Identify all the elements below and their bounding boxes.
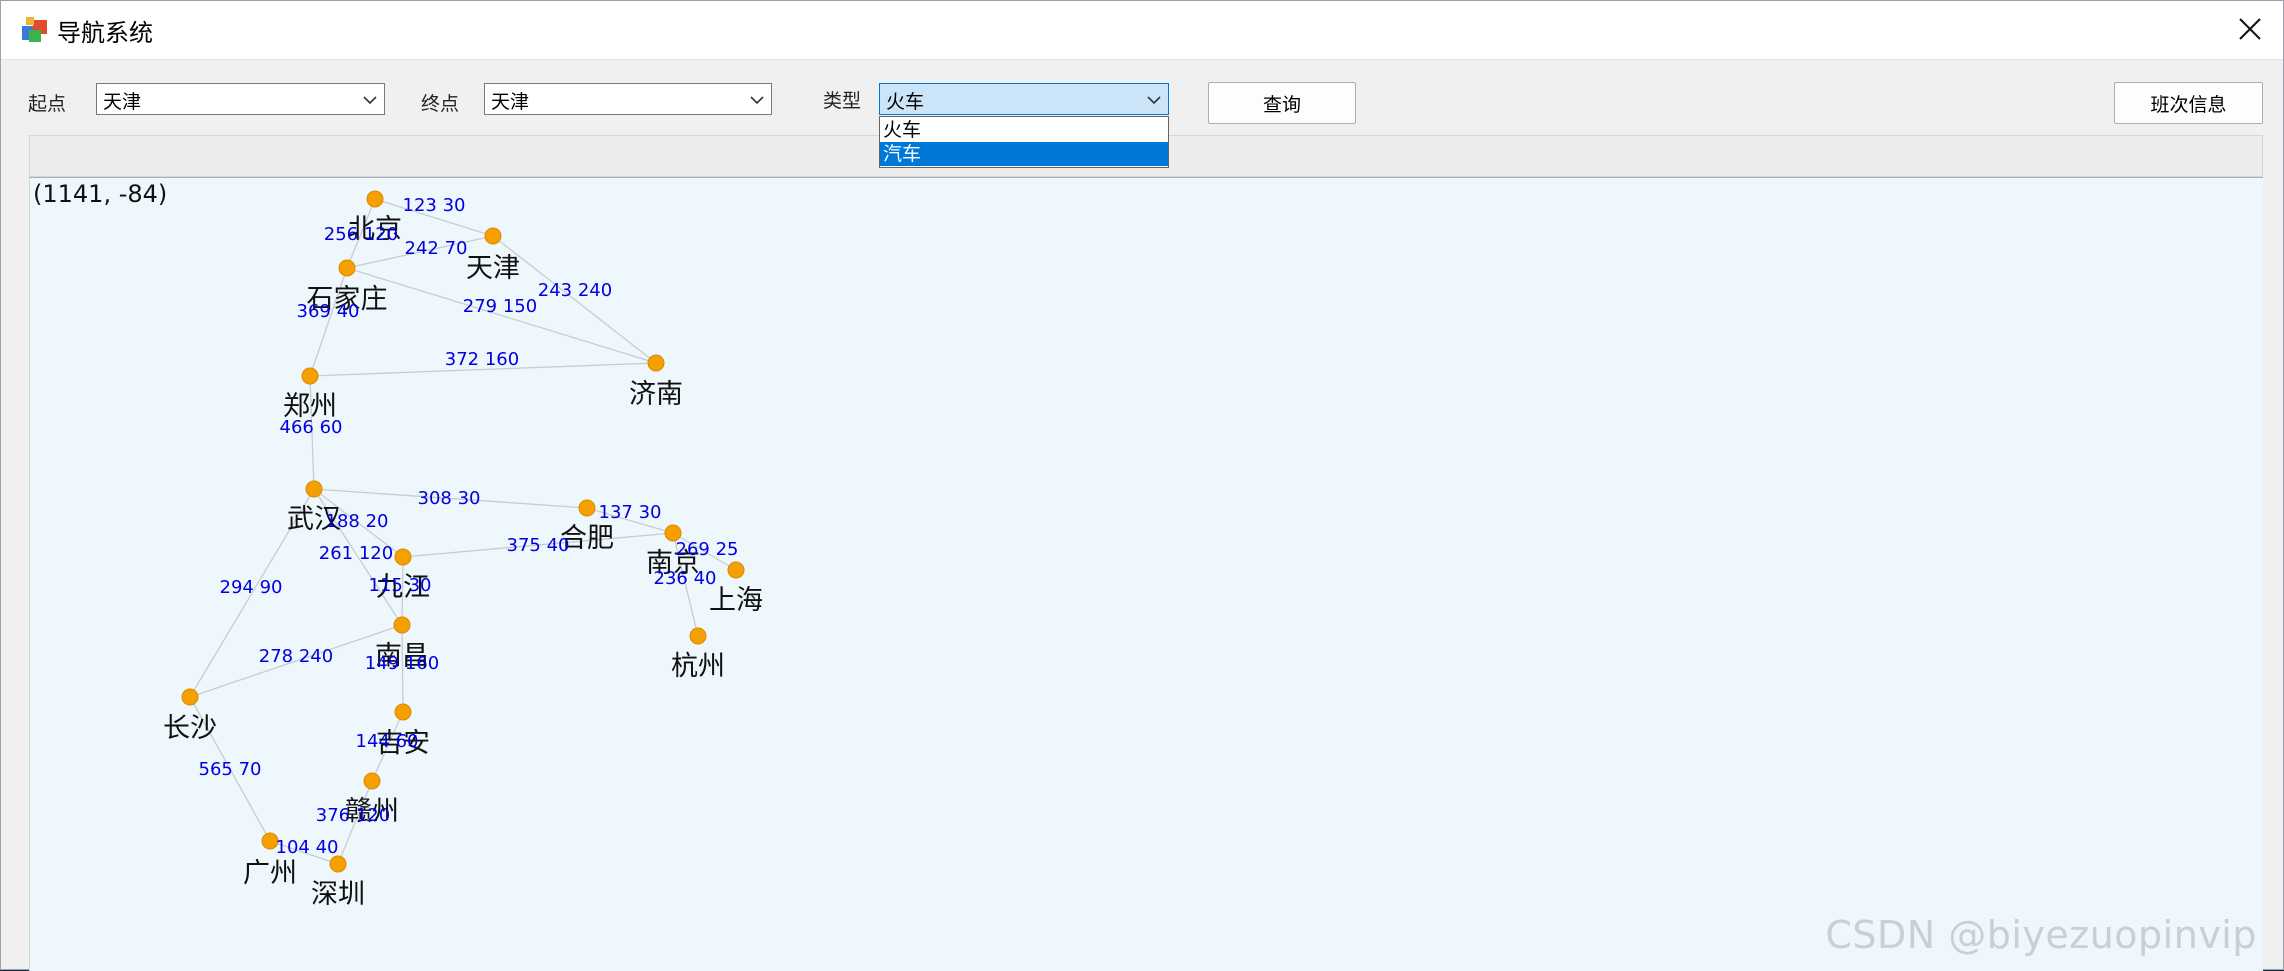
type-dropdown-list: 火车 汽车 xyxy=(879,116,1169,168)
title-bar: 导航系统 xyxy=(1,1,2283,60)
chevron-down-icon xyxy=(1147,96,1161,105)
type-label: 类型 xyxy=(823,90,862,112)
city-label-shenzhen: 深圳 xyxy=(311,879,365,910)
window-title: 导航系统 xyxy=(57,19,153,47)
schedule-info-button[interactable]: 班次信息 xyxy=(2114,82,2263,124)
route-label-tianjin-jinan: 243 240 xyxy=(538,280,612,301)
route-label-nanjing-hangzhou: 236 40 xyxy=(654,568,717,589)
city-label-hangzhou: 杭州 xyxy=(671,651,725,682)
type-option-train[interactable]: 火车 xyxy=(880,118,1168,142)
start-label: 起点 xyxy=(28,93,67,115)
route-label-wuhan-hefei: 308 30 xyxy=(418,488,481,509)
route-label-changsha-guangzhou: 565 70 xyxy=(199,759,262,780)
route-label-guangzhou-shenzhen: 104 40 xyxy=(276,837,339,858)
route-label-shijiazhuang-jinan: 279 150 xyxy=(463,296,537,317)
end-value: 天津 xyxy=(491,91,530,113)
city-node-changsha[interactable] xyxy=(181,688,199,706)
route-label-wuhan-jiujiang: 188 20 xyxy=(326,511,389,532)
city-node-ganzhou[interactable] xyxy=(363,772,381,790)
end-combobox[interactable]: 天津 xyxy=(484,83,772,115)
route-label-zhengzhou-wuhan: 466 60 xyxy=(280,417,343,438)
city-node-zhengzhou[interactable] xyxy=(301,367,319,385)
route-label-beijing-shijiazhuang: 256 120 xyxy=(324,224,398,245)
city-node-shanghai[interactable] xyxy=(727,561,745,579)
chevron-down-icon xyxy=(750,96,764,105)
start-value: 天津 xyxy=(103,91,142,113)
city-node-jian[interactable] xyxy=(394,703,412,721)
route-graph: 北京天津石家庄济南郑州武汉合肥南京上海杭州九江南昌长沙 吉安赣州广州深圳123 3… xyxy=(163,190,763,910)
route-label-jiujiang-nanchang: 115 30 xyxy=(369,575,432,596)
city-label-changsha: 长沙 xyxy=(163,713,217,744)
route-label-hefei-nanjing: 137 30 xyxy=(599,502,662,523)
route-label-shijiazhuang-tianjin: 242 70 xyxy=(405,238,468,259)
route-label-nanjing-shanghai: 269 25 xyxy=(676,539,739,560)
route-label-shijiazhuang-zhengzhou: 369 40 xyxy=(297,301,360,322)
route-label-jiujiang-nanjing: 375 40 xyxy=(507,535,570,556)
close-button[interactable] xyxy=(2227,7,2273,51)
close-icon xyxy=(2239,18,2261,40)
city-node-wuhan[interactable] xyxy=(305,480,323,498)
city-label-tianjin: 天津 xyxy=(466,253,520,284)
route-label-zhengzhou-jinan: 372 160 xyxy=(445,349,519,370)
navigation-window: 导航系统 起点 天津 终点 天津 类型 火车 查询 班次信息 北京 天津 石家庄济 xyxy=(0,0,2284,971)
city-node-hefei[interactable] xyxy=(578,499,596,517)
type-option-bus[interactable]: 汽车 xyxy=(880,142,1168,166)
java-app-icon xyxy=(19,14,51,46)
start-combobox[interactable]: 天津 xyxy=(96,83,385,115)
city-label-guangzhou: 广州 xyxy=(243,858,297,889)
map-canvas[interactable]: 北京 天津 石家庄 济南 郑州 武汉 合肥 南京 上海 杭州 九江 南昌 长沙 吉安 赣州 广州 深圳 123 3… xyxy=(29,177,2263,971)
coordinate-readout: (1141, -84) xyxy=(33,180,168,208)
end-label: 终点 xyxy=(421,93,460,115)
city-label-jinan: 济南 xyxy=(629,379,683,410)
route-label-jian-ganzhou: 144 60 xyxy=(356,731,419,752)
type-combobox[interactable]: 火车 xyxy=(879,83,1169,115)
city-node-jinan[interactable] xyxy=(647,354,665,372)
city-node-shenzhen[interactable] xyxy=(329,855,347,873)
city-labels: 北京天津石家庄济南郑州武汉合肥南京上海杭州九江南昌长沙 吉安赣州广州深圳 xyxy=(163,214,763,910)
route-label-ganzhou-shenzhen: 376 120 xyxy=(316,805,390,826)
watermark: CSDN @biyezuopinvip xyxy=(1825,913,2257,957)
route-label-nanchang-jian: 149 160 xyxy=(365,653,439,674)
route-label-wuhan-nanchang: 261 120 xyxy=(319,543,393,564)
route-label-wuhan-changsha: 294 90 xyxy=(220,577,283,598)
city-node-jiujiang[interactable] xyxy=(394,548,412,566)
city-node-hangzhou[interactable] xyxy=(689,627,707,645)
route-label-changsha-nanchang: 278 240 xyxy=(259,646,333,667)
city-node-shijiazhuang[interactable] xyxy=(338,259,356,277)
type-value: 火车 xyxy=(886,91,925,113)
city-nodes xyxy=(181,190,745,873)
city-node-tianjin[interactable] xyxy=(484,227,502,245)
route-label-beijing-tianjin: 123 30 xyxy=(403,195,466,216)
city-node-nanchang[interactable] xyxy=(393,616,411,634)
route-labels: 123 30256 120 242 70 243 240279 150 369 40 3… xyxy=(199,195,739,858)
city-node-beijing[interactable] xyxy=(366,190,384,208)
city-label-shanghai: 上海 xyxy=(709,585,763,616)
query-button[interactable]: 查询 xyxy=(1208,82,1356,124)
chevron-down-icon xyxy=(363,96,377,105)
